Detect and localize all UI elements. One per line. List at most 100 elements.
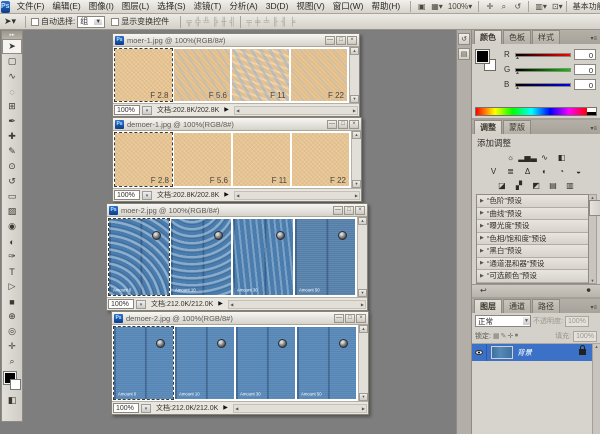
menu-layer[interactable]: 图层(L) [118,0,153,13]
document-canvas[interactable]: Amount 0 Amount 10 Amount 30 Amount 50 [107,217,358,297]
move-tool[interactable]: ➤ [2,39,22,54]
tab-channels[interactable]: 通道 [503,299,531,313]
notes-panel-icon[interactable]: ▤ [458,48,470,60]
window-close-button[interactable]: × [356,314,366,323]
panel-menu-icon[interactable]: ▾≡ [590,304,600,313]
3d-rotate-tool[interactable]: ⊕ [2,309,22,324]
window-close-button[interactable]: × [355,206,365,215]
zoom-tool-icon[interactable]: ⌕ [498,1,509,12]
menu-3d[interactable]: 3D(D) [262,0,293,13]
horizontal-scrollbar[interactable]: ◀▶ [234,106,358,115]
levels-icon[interactable]: ▂▅▃ [521,152,534,163]
zoom-tool[interactable]: ⌕ [2,354,22,369]
preset-selective-color[interactable]: ▶“可选颜色”预设 [477,270,588,283]
invert-icon[interactable]: ◪ [496,180,509,191]
window-minimize-button[interactable]: — [333,206,343,215]
channel-mixer-icon[interactable]: ◒ [572,166,585,177]
launch-bridge-icon[interactable]: ▣ [416,1,427,12]
dodge-tool[interactable]: ◐ [2,234,22,249]
view-extras-icon[interactable]: ▦▾ [430,1,444,12]
menu-file[interactable]: 文件(F) [13,0,49,13]
blur-tool[interactable]: ◉ [2,219,22,234]
status-options-icon[interactable]: ▾ [136,300,146,309]
window-titlebar[interactable]: Ps demoer-1.jpg @ 100%(RGB/8#) — □ × [113,118,361,131]
arrange-documents-icon[interactable]: ▥▾ [534,1,548,12]
workspace-switcher[interactable]: 基本功能 ▾ [573,1,600,12]
auto-select-dropdown[interactable]: 组▼ [77,16,105,28]
align-hcenter-icon[interactable]: ╫ [221,17,227,26]
crop-tool[interactable]: ⊞ [2,99,22,114]
distribute-left-icon[interactable]: ╟ [272,17,278,26]
status-options-icon[interactable]: ▾ [142,106,152,115]
exposure-icon[interactable]: ◧ [555,152,568,163]
brush-tool[interactable]: ✎ [2,144,22,159]
tools-panel-grip[interactable]: ▸▸ [2,31,22,39]
posterize-icon[interactable]: ▞ [513,180,526,191]
curves-icon[interactable]: ∿ [538,152,551,163]
gradient-tool[interactable]: ▨ [2,204,22,219]
path-selection-tool[interactable]: ▷ [2,279,22,294]
tab-swatches[interactable]: 色板 [503,30,531,44]
panel-menu-icon[interactable]: ▾≡ [590,35,600,44]
photoshop-logo-icon[interactable]: Ps [1,1,10,13]
tab-layers[interactable]: 图层 [474,299,502,313]
zoom-percent-field[interactable]: 100% [113,403,139,413]
layer-thumbnail[interactable] [491,346,513,359]
window-titlebar[interactable]: Ps moer-1.jpg @ 100%(RGB/8#) — □ × [113,34,359,47]
clip-to-layer-icon[interactable]: ⚫ [585,286,592,295]
selective-color-icon[interactable]: ▥ [564,180,577,191]
menu-edit[interactable]: 编辑(E) [48,0,84,13]
hand-tool-icon[interactable]: ✛ [484,1,495,12]
menu-filter[interactable]: 滤镜(T) [190,0,226,13]
green-slider[interactable]: ▲ [515,68,571,72]
zoom-percent-field[interactable]: 100% [108,299,134,309]
tab-paths[interactable]: 路径 [532,299,560,313]
menu-window[interactable]: 窗口(W) [329,0,368,13]
auto-select-checkbox[interactable] [31,18,39,26]
brightness-contrast-icon[interactable]: ☼ [504,152,517,163]
green-value-field[interactable]: 0 [574,64,596,75]
align-top-icon[interactable]: ╦ [186,17,192,26]
preset-curves[interactable]: ▶“曲线”预设 [477,208,588,221]
align-vcenter-icon[interactable]: ╬ [195,17,201,26]
lock-all-icon[interactable]: ● [514,332,518,340]
preset-channel-mixer[interactable]: ▶“通道混和器”预设 [477,258,588,271]
window-minimize-button[interactable]: — [327,120,337,129]
black-white-icon[interactable]: ◐ [538,166,551,177]
horizontal-scrollbar[interactable]: ◀▶ [234,191,360,200]
status-popup-arrow[interactable]: ▶ [224,106,232,115]
gradient-map-icon[interactable]: ▤ [547,180,560,191]
preset-black-white[interactable]: ▶“黑白”预设 [477,245,588,258]
color-balance-icon[interactable]: Δ [521,166,534,177]
marquee-tool[interactable]: ▢ [2,54,22,69]
opacity-field[interactable]: 100% [565,316,589,327]
lock-pixels-icon[interactable]: ✎ [501,332,507,340]
layers-scrollbar[interactable]: ▲▼ [592,344,600,434]
healing-brush-tool[interactable]: ✚ [2,129,22,144]
screen-mode-icon[interactable]: ⊡▾ [551,1,564,12]
distribute-vcenter-icon[interactable]: ╪ [255,17,261,26]
photo-filter-icon[interactable]: ◔ [555,166,568,177]
eyedropper-tool[interactable]: ✒ [2,114,22,129]
zoom-percent-field[interactable]: 100% [114,105,140,115]
window-maximize-button[interactable]: □ [345,314,355,323]
lock-position-icon[interactable]: ✛ [507,332,513,340]
background-color-swatch[interactable] [10,379,21,390]
blend-mode-dropdown[interactable]: 正常▼ [475,315,531,327]
window-close-button[interactable]: × [347,36,357,45]
document-canvas[interactable]: F 2.8 F 5.6 F 11 F 22 [113,47,350,103]
switch-panel-icon[interactable]: ↩ [480,286,487,295]
preset-exposure[interactable]: ▶“曝光度”预设 [477,220,588,233]
preset-levels[interactable]: ▶“色阶”预设 [477,195,588,208]
align-right-icon[interactable]: ╣ [230,17,236,26]
quick-mask-button[interactable]: ◧ [2,393,22,408]
show-transform-checkbox[interactable] [111,18,119,26]
menu-image[interactable]: 图像(I) [85,0,118,13]
threshold-icon[interactable]: ◩ [530,180,543,191]
document-canvas[interactable]: Amount 0 Amount 10 Amount 30 Amount 50 [112,325,359,401]
background-layer-row[interactable]: 背景 [472,344,592,361]
foreground-color-swatch[interactable] [476,50,489,63]
shape-tool[interactable]: ■ [2,294,22,309]
menu-select[interactable]: 选择(S) [153,0,189,13]
status-popup-arrow[interactable]: ▶ [223,404,231,413]
